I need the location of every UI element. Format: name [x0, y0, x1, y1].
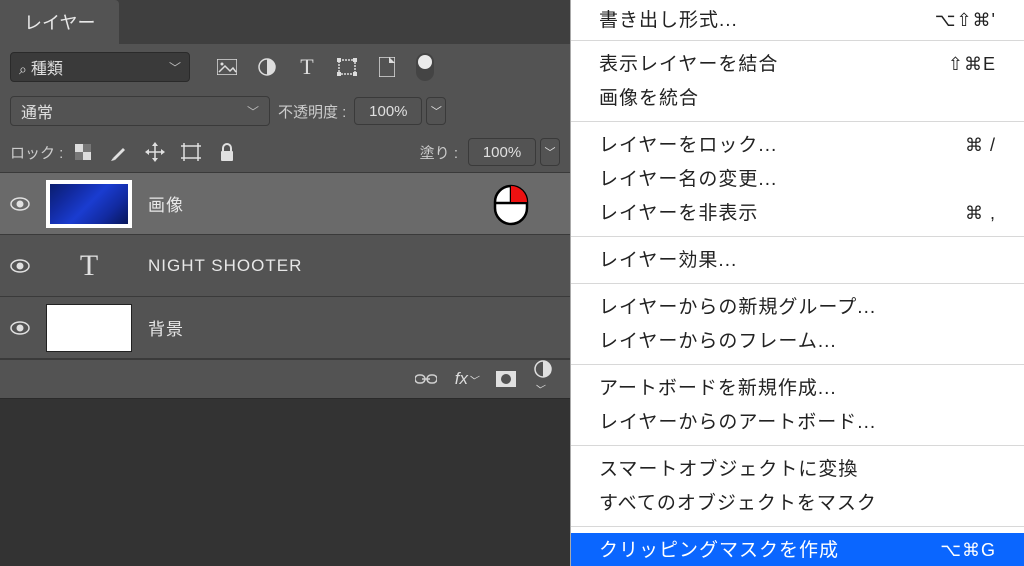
layer-filter-select[interactable]: ⌕種類 ﹀	[10, 52, 190, 82]
menu-item-shortcut: ⇧⌘E	[948, 55, 996, 73]
tab-layers[interactable]: レイヤー	[0, 0, 119, 44]
filter-pixel-icon[interactable]	[216, 56, 238, 78]
layer-name: NIGHT SHOOTER	[148, 256, 302, 276]
adjustment-icon[interactable]: ﹀	[534, 360, 552, 398]
filter-text-icon[interactable]: T	[296, 56, 318, 78]
chevron-down-icon: ﹀	[169, 59, 181, 76]
lock-artboard-icon[interactable]	[181, 142, 201, 162]
fx-icon[interactable]: fx﹀	[455, 369, 478, 389]
layers-list: 画像 T NIGHT SHOOTER 背景	[0, 173, 570, 359]
layers-panel: レイヤー ⌕種類 ﹀ T 通常 ﹀ 不透明度 : 100% ﹀ ロック :	[0, 0, 570, 566]
visibility-toggle[interactable]	[10, 259, 30, 273]
filter-smart-icon[interactable]	[376, 56, 398, 78]
menu-item-label: 画像を統合	[599, 89, 699, 108]
mouse-cursor-icon	[492, 183, 530, 227]
blend-mode-value: 通常	[21, 99, 53, 123]
menu-item[interactable]: 表示レイヤーを結合 ⇧⌘E	[571, 47, 1024, 81]
layer-row[interactable]: 背景	[0, 297, 570, 359]
menu-item-label: レイヤーを非表示	[599, 204, 758, 223]
menu-item[interactable]: アートボードを新規作成...	[571, 371, 1024, 405]
menu-item-label: アートボードを新規作成...	[599, 379, 837, 398]
layer-name: 背景	[148, 315, 184, 340]
layer-thumbnail[interactable]	[46, 304, 132, 352]
menu-item[interactable]: スマートオブジェクトに変換	[571, 452, 1024, 486]
filter-shape-icon[interactable]	[336, 56, 358, 78]
menu-item-label: レイヤー効果...	[599, 251, 737, 270]
canvas-area	[0, 399, 570, 566]
lock-position-icon[interactable]	[145, 142, 165, 162]
opacity-value[interactable]: 100%	[354, 97, 422, 125]
menu-separator	[571, 236, 1024, 237]
lock-icons	[73, 142, 237, 162]
panel-tabs: レイヤー	[0, 0, 570, 44]
link-layers-icon[interactable]	[415, 373, 437, 385]
menu-item-label: 表示レイヤーを結合	[599, 55, 778, 74]
menu-item[interactable]: レイヤーからのアートボード...	[571, 405, 1024, 439]
blend-row: 通常 ﹀ 不透明度 : 100% ﹀	[0, 90, 570, 132]
menu-item[interactable]: すべてのオブジェクトをマスク	[571, 486, 1024, 520]
filter-text: 種類	[31, 61, 63, 78]
menu-item-label: すべてのオブジェクトをマスク	[599, 494, 877, 513]
menu-item-label: レイヤーをロック...	[599, 136, 777, 155]
menu-item[interactable]: 書き出し形式... ⌥⇧⌘'	[571, 0, 1024, 34]
menu-item-shortcut: ⌘ ,	[965, 204, 996, 222]
menu-item[interactable]: レイヤーからのフレーム...	[571, 324, 1024, 358]
menu-item[interactable]: レイヤーを非表示 ⌘ ,	[571, 196, 1024, 230]
layer-thumbnail[interactable]: T	[46, 242, 132, 290]
menu-item-shortcut: ⌥⇧⌘'	[935, 11, 996, 29]
menu-item-shortcut: ⌥⌘G	[940, 541, 996, 559]
menu-separator	[571, 121, 1024, 122]
opacity-caret[interactable]: ﹀	[426, 97, 446, 125]
search-icon: ⌕	[19, 61, 27, 77]
context-menu: 書き出し形式... ⌥⇧⌘' 表示レイヤーを結合 ⇧⌘E 画像を統合レイヤーをロック..…	[570, 0, 1024, 566]
tab-label: レイヤー	[24, 9, 95, 35]
layer-row[interactable]: T NIGHT SHOOTER	[0, 235, 570, 297]
layer-row[interactable]: 画像	[0, 173, 570, 235]
fill-label: 塗り :	[420, 142, 458, 163]
menu-item-label: レイヤーからの新規グループ...	[599, 298, 876, 317]
panel-bottom-bar: fx﹀ ﹀	[0, 359, 570, 399]
menu-item[interactable]: レイヤーをロック... ⌘ /	[571, 128, 1024, 162]
layer-thumbnail[interactable]	[46, 180, 132, 228]
lock-label: ロック :	[10, 142, 63, 163]
blend-mode-select[interactable]: 通常 ﹀	[10, 96, 270, 126]
menu-separator	[571, 445, 1024, 446]
menu-item-label: レイヤー名の変更...	[599, 170, 777, 189]
menu-item-label: レイヤーからのアートボード...	[599, 413, 876, 432]
lock-row: ロック : 塗り : 100% ﹀	[0, 132, 570, 173]
mask-icon[interactable]	[496, 371, 516, 387]
fill-value[interactable]: 100%	[468, 138, 536, 166]
menu-item-shortcut: ⌘ /	[965, 136, 996, 154]
filter-adjust-icon[interactable]	[256, 56, 278, 78]
lock-transparency-icon[interactable]	[73, 142, 93, 162]
lock-all-icon[interactable]	[217, 142, 237, 162]
menu-item[interactable]: レイヤーからの新規グループ...	[571, 290, 1024, 324]
visibility-toggle[interactable]	[10, 321, 30, 335]
chevron-down-icon: ﹀	[247, 103, 259, 120]
menu-item[interactable]: レイヤー効果...	[571, 243, 1024, 277]
lock-paint-icon[interactable]	[109, 142, 129, 162]
filter-row: ⌕種類 ﹀ T	[0, 44, 570, 90]
menu-item[interactable]: レイヤー名の変更...	[571, 162, 1024, 196]
layer-name: 画像	[148, 191, 184, 216]
menu-separator	[571, 40, 1024, 41]
menu-separator	[571, 526, 1024, 527]
fill-caret[interactable]: ﹀	[540, 138, 560, 166]
menu-separator	[571, 283, 1024, 284]
menu-item[interactable]: クリッピングマスクを作成 ⌥⌘G	[571, 533, 1024, 566]
menu-item-label: レイヤーからのフレーム...	[599, 332, 837, 351]
menu-item-label: クリッピングマスクを作成	[599, 541, 839, 560]
opacity-label: 不透明度 :	[278, 101, 346, 122]
menu-item-label: 書き出し形式...	[599, 11, 738, 30]
menu-separator	[571, 364, 1024, 365]
filter-toggle[interactable]	[416, 53, 434, 81]
menu-item[interactable]: 画像を統合	[571, 81, 1024, 115]
type-filter-icons: T	[216, 56, 398, 78]
menu-item-label: スマートオブジェクトに変換	[599, 460, 858, 479]
visibility-toggle[interactable]	[10, 197, 30, 211]
